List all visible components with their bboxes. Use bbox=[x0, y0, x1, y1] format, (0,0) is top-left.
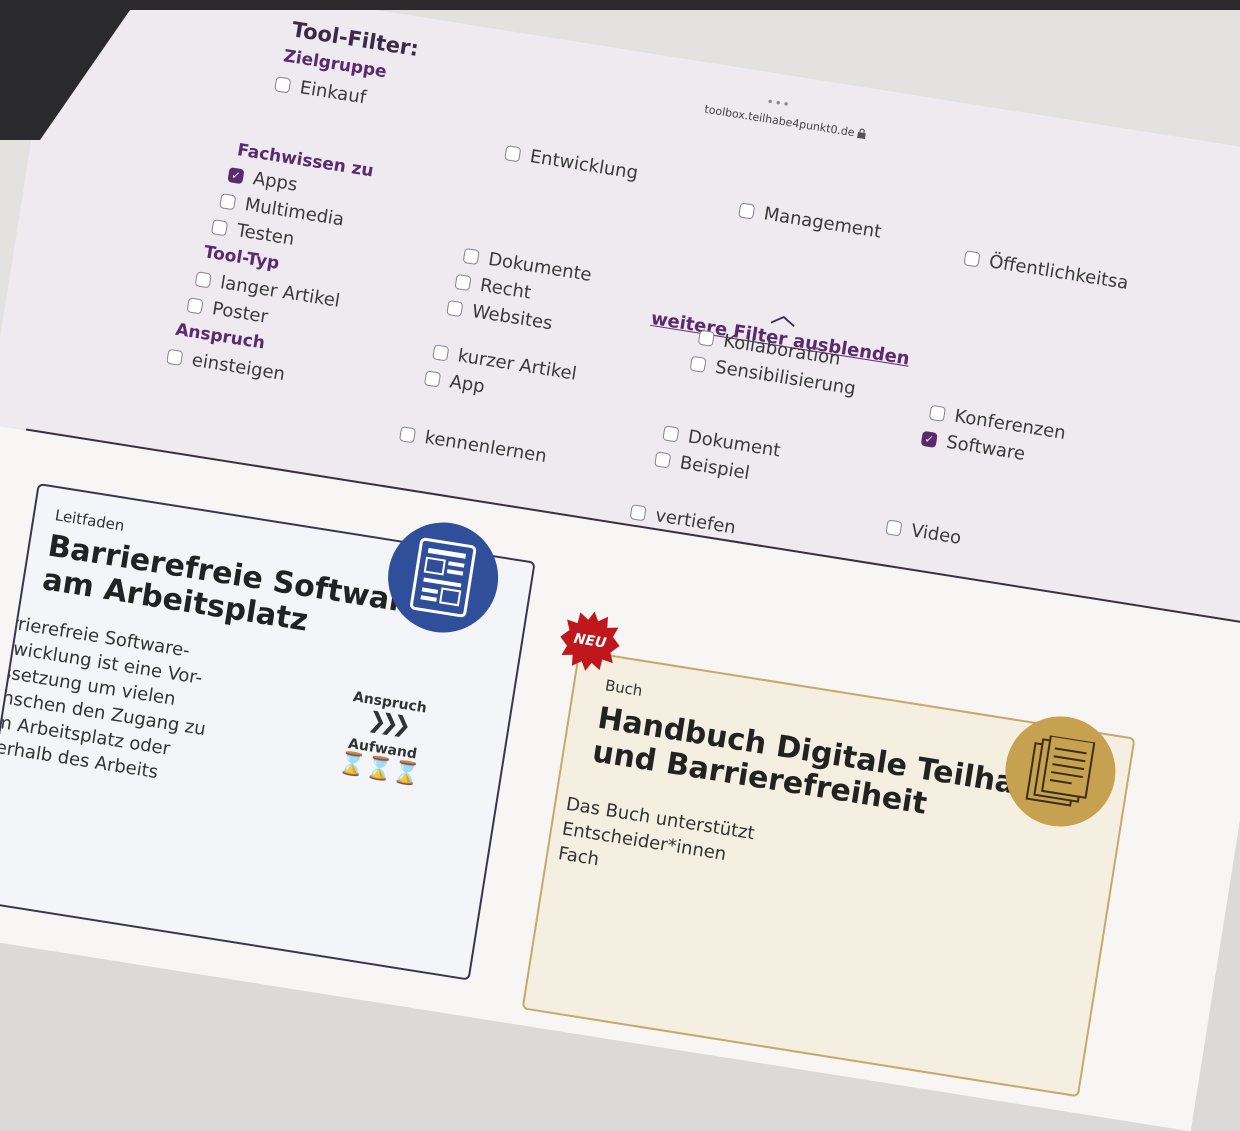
checkbox-box[interactable] bbox=[219, 193, 237, 211]
checkbox-box[interactable] bbox=[166, 348, 184, 366]
checkbox-box[interactable] bbox=[504, 145, 522, 163]
checkbox-box[interactable] bbox=[446, 299, 464, 318]
checkbox-box[interactable] bbox=[274, 76, 292, 94]
checkbox-box[interactable] bbox=[689, 355, 707, 373]
tool-card-buch[interactable]: Buch Handbuch Digitale Teilhabe und Barr… bbox=[521, 649, 1136, 1098]
check-icon: ✓ bbox=[923, 432, 935, 447]
checkbox-box[interactable] bbox=[210, 219, 229, 237]
checkbox-box[interactable] bbox=[462, 247, 480, 266]
checkbox-box[interactable] bbox=[662, 425, 680, 443]
checkbox-box[interactable] bbox=[738, 202, 756, 220]
anspruch-meter: Anspruch ❯❯❯ Aufwand ⌛⌛⌛ bbox=[328, 687, 441, 790]
card-category: Buch bbox=[603, 676, 644, 700]
checkbox-box[interactable] bbox=[194, 271, 212, 289]
check-icon: ✓ bbox=[230, 168, 242, 183]
neu-badge: NEU bbox=[556, 607, 625, 676]
checkbox-box[interactable] bbox=[928, 404, 946, 422]
checkbox-box-checked[interactable]: ✓ bbox=[227, 167, 245, 185]
browser-screen: ••• toolbox.teilhabe4punkt0.de Tool-Filt… bbox=[0, 0, 1240, 1131]
checkbox-box[interactable] bbox=[454, 273, 472, 292]
checkbox-box[interactable] bbox=[654, 451, 672, 469]
checkbox-box[interactable] bbox=[629, 504, 647, 522]
checkbox-box[interactable] bbox=[423, 370, 442, 388]
checkbox-box[interactable] bbox=[697, 329, 715, 347]
checkbox-box[interactable] bbox=[885, 519, 903, 537]
checkbox-box[interactable] bbox=[432, 344, 450, 362]
checkbox-box[interactable] bbox=[963, 250, 981, 268]
card-description: Das Buch unterstützt Entscheider*innen F… bbox=[556, 793, 757, 871]
checkbox-box[interactable] bbox=[398, 426, 417, 444]
checkbox-box[interactable] bbox=[186, 297, 204, 315]
checkbox-box-checked[interactable]: ✓ bbox=[920, 430, 938, 448]
card-description: Barrierefreie Software- entwicklung ist … bbox=[0, 608, 208, 784]
